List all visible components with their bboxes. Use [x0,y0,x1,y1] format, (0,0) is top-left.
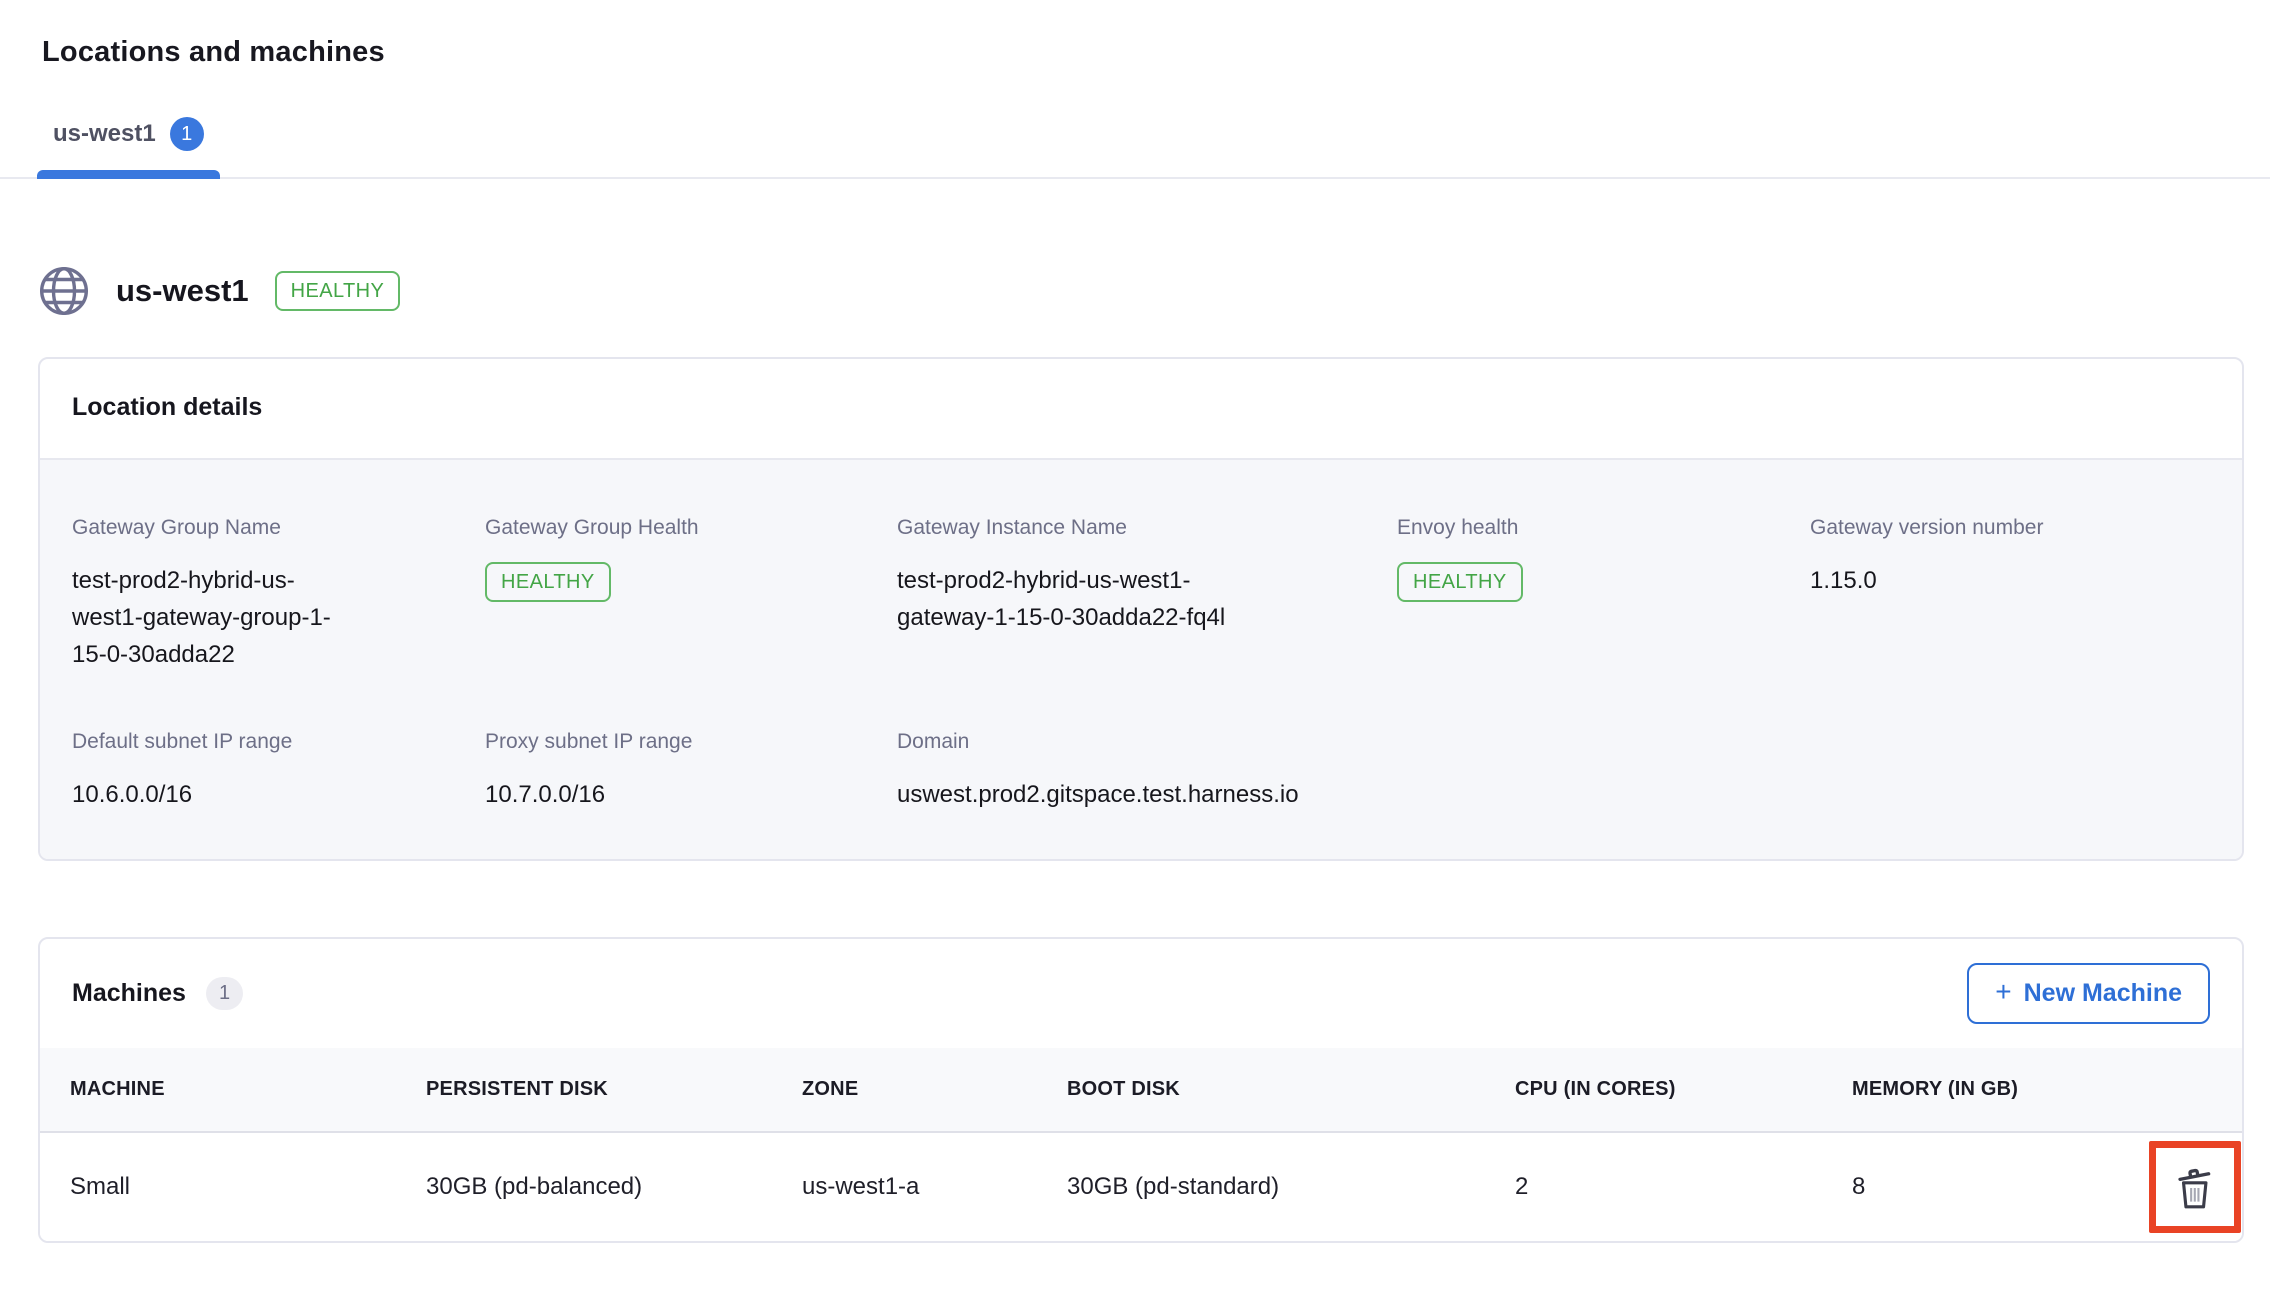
gateway-group-health-badge: HEALTHY [485,562,611,602]
locations-and-machines-page: Locations and machines us-west1 1 us-wes… [0,0,2270,1300]
machine-table-row[interactable]: Small 30GB (pd-balanced) us-west1-a 30GB… [40,1131,2242,1241]
location-health-badge: HEALTHY [275,271,401,311]
envoy-health-badge: HEALTHY [1397,562,1523,602]
location-details-title: Location details [40,359,2242,460]
field-value: 1.15.0 [1810,562,2210,599]
col-header-persistent-disk: PERSISTENT DISK [426,1078,802,1101]
tab-us-west1[interactable]: us-west1 1 [37,117,220,177]
field-label: Proxy subnet IP range [485,730,897,754]
grid-spacer [1397,730,1810,813]
field-default-subnet: Default subnet IP range 10.6.0.0/16 [72,730,485,813]
cell-zone: us-west1-a [802,1173,1067,1201]
location-details-body: Gateway Group Name test-prod2-hybrid-us-… [40,460,2242,859]
cell-cpu: 2 [1515,1173,1852,1201]
machines-card: Machines 1 + New Machine MACHINE PERSIST… [38,937,2244,1243]
field-domain: Domain uswest.prod2.gitspace.test.harnes… [897,730,1397,813]
col-header-machine: MACHINE [70,1078,426,1101]
field-gateway-group-health: Gateway Group Health HEALTHY [485,516,897,674]
cell-actions [2149,1141,2242,1233]
field-value: test-prod2-hybrid-us-west1-gateway-1-15-… [897,562,1259,636]
field-value: 10.6.0.0/16 [72,776,485,813]
delete-machine-button[interactable] [2149,1141,2241,1233]
field-label: Gateway Group Health [485,516,897,540]
machines-title-wrap: Machines 1 [72,977,243,1010]
field-value: uswest.prod2.gitspace.test.harness.io [897,776,1397,813]
field-label: Domain [897,730,1397,754]
field-value: test-prod2-hybrid-us-west1-gateway-group… [72,562,364,674]
col-header-boot-disk: BOOT DISK [1067,1078,1515,1101]
machines-table-header: MACHINE PERSISTENT DISK ZONE BOOT DISK C… [40,1048,2242,1131]
field-value: 10.7.0.0/16 [485,776,897,813]
cell-persistent-disk: 30GB (pd-balanced) [426,1173,802,1201]
field-label: Default subnet IP range [72,730,485,754]
col-header-cpu: CPU (IN CORES) [1515,1078,1852,1101]
location-details-grid: Gateway Group Name test-prod2-hybrid-us-… [72,516,2210,813]
tab-count-badge: 1 [170,117,204,151]
field-label: Gateway Group Name [72,516,485,540]
field-label: Envoy health [1397,516,1810,540]
trash-icon [2172,1162,2218,1212]
tab-label: us-west1 [53,120,156,148]
col-header-zone: ZONE [802,1078,1067,1101]
col-header-memory: MEMORY (IN GB) [1852,1078,2149,1101]
location-tabbar: us-west1 1 [0,117,2270,179]
new-machine-button[interactable]: + New Machine [1967,963,2210,1024]
cell-boot-disk: 30GB (pd-standard) [1067,1173,1515,1201]
location-name: us-west1 [116,273,249,309]
plus-icon: + [1995,978,2011,1006]
machines-count-badge: 1 [206,977,243,1010]
field-gateway-instance-name: Gateway Instance Name test-prod2-hybrid-… [897,516,1397,674]
field-label: Gateway Instance Name [897,516,1397,540]
field-label: Gateway version number [1810,516,2210,540]
field-gateway-group-name: Gateway Group Name test-prod2-hybrid-us-… [72,516,485,674]
grid-spacer [1810,730,2210,813]
cell-memory: 8 [1852,1173,2149,1201]
new-machine-button-label: New Machine [2024,979,2182,1008]
globe-icon [38,265,90,317]
field-proxy-subnet: Proxy subnet IP range 10.7.0.0/16 [485,730,897,813]
field-gateway-version: Gateway version number 1.15.0 [1810,516,2210,674]
machines-header: Machines 1 + New Machine [40,939,2242,1048]
col-header-actions [2149,1078,2242,1101]
location-header: us-west1 HEALTHY [38,265,2270,317]
location-details-card: Location details Gateway Group Name test… [38,357,2244,861]
field-envoy-health: Envoy health HEALTHY [1397,516,1810,674]
cell-machine: Small [70,1173,426,1201]
machines-title: Machines [72,979,186,1008]
page-title: Locations and machines [0,0,2270,69]
